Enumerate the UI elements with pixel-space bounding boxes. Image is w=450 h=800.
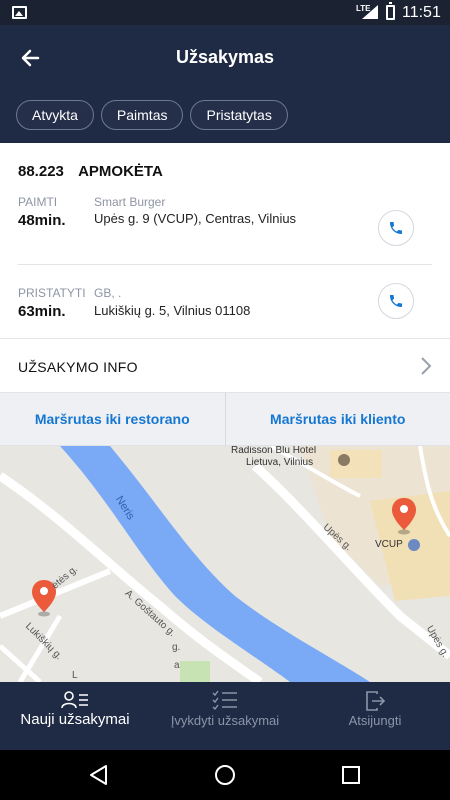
app-header: Užsakymas Atvykta Paimtas Pristatytas: [0, 25, 450, 143]
order-info-label: UŽSAKYMO INFO: [18, 359, 138, 375]
back-icon[interactable]: [88, 764, 110, 786]
pickup-address: Upės g. 9 (VCUP), Centras, Vilnius: [94, 211, 297, 226]
divider: [18, 264, 432, 265]
delivery-time: 63min.: [18, 303, 66, 320]
new-orders-icon: [61, 691, 88, 709]
filter-paimtas[interactable]: Paimtas: [100, 100, 184, 130]
map-label-vcup: VCUP: [375, 539, 403, 550]
clock: 11:51: [402, 4, 441, 21]
chevron-right-icon: [421, 357, 432, 375]
pickup-name: Smart Burger: [94, 195, 166, 209]
route-to-restaurant-button[interactable]: Maršrutas iki restorano: [0, 393, 225, 445]
filter-pristatytas[interactable]: Pristatytas: [190, 100, 288, 130]
map-label-l: L: [72, 670, 78, 681]
order-id: 88.223: [18, 163, 64, 180]
completed-orders-icon: [212, 690, 237, 710]
route-to-client-button[interactable]: Maršrutas iki kliento: [224, 393, 450, 445]
call-restaurant-button[interactable]: [378, 210, 414, 246]
map-label-hotel-2: Lietuva, Vilnius: [246, 457, 314, 468]
nav-new-orders-label: Nauji užsakymai: [20, 711, 130, 728]
page-title: Užsakymas: [175, 47, 275, 67]
map-canvas: [0, 446, 450, 682]
phone-icon: [390, 295, 402, 307]
order-card: 88.223 APMOKĖTA PAIMTI 48min. Smart Burg…: [0, 143, 450, 338]
signal-icon: [362, 5, 378, 19]
home-icon[interactable]: [214, 764, 236, 786]
delivery-address: Lukiškių g. 5, Vilnius 01108: [94, 303, 251, 318]
nav-new-orders[interactable]: Nauji užsakymai: [0, 682, 150, 750]
delivery-label: PRISTATYTI: [18, 286, 86, 300]
pickup-time: 48min.: [18, 212, 66, 229]
logout-icon: [366, 691, 386, 711]
nav-logout[interactable]: Atsijungti: [300, 682, 450, 750]
map-label-a: a: [174, 660, 180, 671]
payment-status: APMOKĖTA: [78, 163, 163, 180]
nav-completed-orders-label: Įvykdyti užsakymai: [170, 713, 280, 728]
pickup-label: PAIMTI: [18, 195, 58, 209]
battery-icon: [386, 2, 395, 20]
bottom-nav: Nauji užsakymai Įvykdyti užsakymai Atsij…: [0, 682, 450, 750]
call-client-button[interactable]: [378, 283, 414, 319]
map-label-g: g.: [172, 642, 181, 653]
status-bar: LTE 11:51: [0, 0, 450, 25]
recents-icon[interactable]: [341, 764, 361, 786]
system-nav-bar: [0, 750, 450, 800]
nav-logout-label: Atsijungti: [348, 713, 402, 728]
delivery-name: GB, .: [94, 286, 122, 300]
map-label-hotel: Radisson Blu Hotel: [231, 446, 317, 456]
nav-completed-orders[interactable]: Įvykdyti užsakymai: [150, 682, 300, 750]
image-icon: [12, 6, 27, 19]
map[interactable]: Radisson Blu Hotel Lietuva, Vilnius VCUP…: [0, 446, 450, 682]
phone-icon: [390, 222, 402, 234]
order-info-row[interactable]: UŽSAKYMO INFO: [0, 338, 450, 393]
status-filters: Atvykta Paimtas Pristatytas: [16, 100, 288, 130]
filter-atvykta[interactable]: Atvykta: [16, 100, 94, 130]
order-summary: 88.223 APMOKĖTA: [18, 163, 163, 180]
route-buttons: Maršrutas iki restorano Maršrutas iki kl…: [0, 393, 450, 446]
